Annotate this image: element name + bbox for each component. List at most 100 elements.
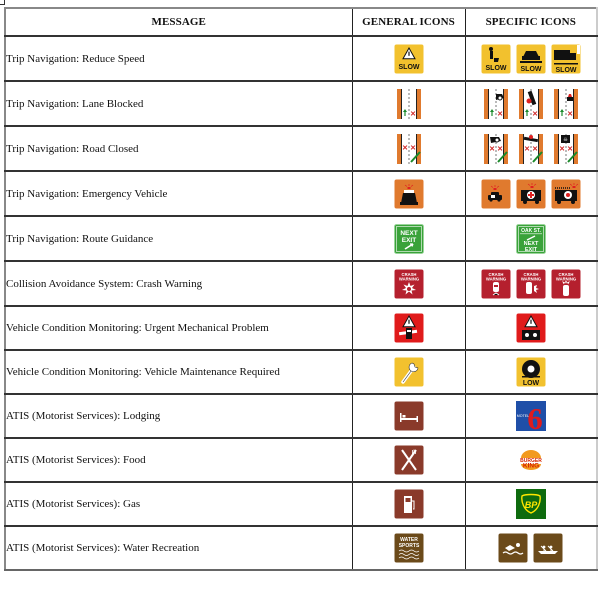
specific-icons-cell: ✕ ✕ ✕ ✕ ☠ ✕ ✕ bbox=[464, 125, 598, 172]
svg-text:SLOW: SLOW bbox=[485, 65, 506, 72]
message-cell: Trip Navigation: Lane Blocked bbox=[4, 80, 353, 127]
table-row: Vehicle Condition Monitoring: Vehicle Ma… bbox=[4, 349, 598, 395]
svg-text:NEXT: NEXT bbox=[400, 230, 417, 237]
general-icons-cell bbox=[351, 481, 466, 527]
specific-icons-cell: SLOW SLOW SLOW bbox=[464, 35, 598, 82]
table-row: Trip Navigation: Route Guidance NEXT EXIT O… bbox=[4, 215, 598, 262]
general-icons-cell bbox=[351, 393, 466, 439]
svg-text:✕: ✕ bbox=[489, 146, 495, 153]
boating-icon bbox=[533, 533, 563, 563]
general-icons-cell: NEXT EXIT bbox=[351, 215, 466, 262]
message-cell: ATIS (Motorist Services): Water Recreati… bbox=[4, 525, 353, 571]
icon-group bbox=[466, 313, 597, 343]
svg-text:✕: ✕ bbox=[402, 145, 408, 152]
general-icons-cell bbox=[351, 170, 466, 217]
crash-warning-icon: CRASH WARNING bbox=[394, 269, 424, 299]
slow-truck-icon: SLOW bbox=[551, 44, 581, 74]
icon-group: 6 MOTEL bbox=[466, 401, 597, 431]
specific-icons-cell: BP bbox=[464, 481, 598, 527]
svg-text:6: 6 bbox=[527, 401, 543, 431]
table-row: Trip Navigation: Emergency Vehicle bbox=[4, 170, 598, 217]
icon-group: ✕ ✕ ✕ ✕ ☠ ✕ ✕ bbox=[466, 133, 597, 164]
engine-warning-icon bbox=[394, 313, 424, 343]
icon-group bbox=[466, 533, 597, 563]
icon-group: ✕ bbox=[353, 88, 465, 119]
svg-text:WARNING: WARNING bbox=[398, 276, 418, 281]
svg-text:SPORTS: SPORTS bbox=[398, 543, 419, 549]
general-icons-cell: WATER SPORTS bbox=[351, 525, 466, 571]
general-icons-cell bbox=[351, 305, 466, 351]
next-exit-icon: NEXT EXIT bbox=[393, 223, 424, 254]
lane-blocked-crash-icon: ✕ bbox=[516, 88, 546, 119]
table-row: Trip Navigation: Lane Blocked ✕ ✕ ✕ ✕ bbox=[4, 80, 598, 127]
battery-warning-icon bbox=[516, 313, 546, 343]
svg-text:LOW: LOW bbox=[523, 380, 540, 387]
general-icons-cell bbox=[351, 437, 466, 483]
lane-blocked-disabled-vehicle-icon: ✕ bbox=[551, 88, 581, 119]
svg-text:✕: ✕ bbox=[559, 146, 565, 153]
svg-text:MOTEL: MOTEL bbox=[517, 414, 529, 418]
svg-text:✕: ✕ bbox=[497, 111, 503, 118]
svg-text:SLOW: SLOW bbox=[520, 66, 541, 73]
table-row: ATIS (Motorist Services): Water Recreati… bbox=[4, 525, 598, 571]
specific-icons-cell: CRASH WARNING CRASH WARNING CRASH WARNING bbox=[464, 260, 598, 307]
bp-logo-icon: BP bbox=[515, 489, 546, 519]
ambulance-icon bbox=[516, 179, 546, 209]
message-cell: Trip Navigation: Road Closed bbox=[4, 125, 353, 172]
icon-group: NEXT EXIT bbox=[353, 223, 465, 254]
icon-table: MESSAGE GENERAL ICONS SPECIFIC ICONS Tri… bbox=[4, 7, 598, 571]
message-cell: ATIS (Motorist Services): Gas bbox=[4, 481, 353, 527]
road-closed-hazmat-icon: ☠ ✕ ✕ bbox=[551, 133, 581, 164]
icon-group: ✕ ✕ bbox=[353, 133, 465, 164]
general-icons-cell: ✕ bbox=[351, 80, 466, 127]
svg-text:☠: ☠ bbox=[563, 137, 568, 143]
emergency-vehicle-icon bbox=[394, 179, 424, 209]
svg-text:WARNING: WARNING bbox=[556, 276, 576, 281]
svg-text:✕: ✕ bbox=[410, 111, 416, 118]
message-cell: Vehicle Condition Monitoring: Vehicle Ma… bbox=[4, 349, 353, 395]
specific-icons-cell: LOW bbox=[464, 349, 598, 395]
burger-king-logo-icon: BURGER KING bbox=[516, 445, 546, 475]
icon-group: ✕ ✕ ✕ bbox=[466, 88, 597, 119]
message-cell: Trip Navigation: Reduce Speed bbox=[4, 35, 353, 82]
svg-text:✕: ✕ bbox=[524, 146, 530, 153]
svg-text:EXIT: EXIT bbox=[401, 237, 415, 244]
crash-warning-front-icon: CRASH WARNING bbox=[551, 269, 581, 299]
slow-warning-icon: SLOW bbox=[394, 44, 424, 74]
icon-group: LOW bbox=[466, 357, 597, 387]
message-cell: Trip Navigation: Emergency Vehicle bbox=[4, 170, 353, 217]
specific-icons-cell: ✕ ✕ ✕ bbox=[464, 80, 598, 127]
svg-text:✕: ✕ bbox=[567, 146, 573, 153]
bed-icon bbox=[394, 401, 424, 431]
icon-group: OAK ST. NEXT EXIT bbox=[466, 223, 597, 254]
table-row: Trip Navigation: Road Closed ✕ ✕ ✕ ✕ ✕ ✕ ☠ ✕ ✕ bbox=[4, 125, 598, 172]
specific-icons-cell: BURGER KING bbox=[464, 437, 598, 483]
specific-icons-cell bbox=[464, 525, 598, 571]
slow-vehicle-icon: SLOW bbox=[516, 44, 546, 74]
header-specific-icons: SPECIFIC ICONS bbox=[464, 7, 598, 37]
road-closed-vehicle-icon: ✕ ✕ bbox=[481, 133, 511, 164]
svg-text:SLOW: SLOW bbox=[555, 67, 576, 74]
svg-text:WARNING: WARNING bbox=[521, 276, 541, 281]
low-tire-icon: LOW bbox=[516, 357, 546, 387]
general-icons-cell: CRASH WARNING bbox=[351, 260, 466, 307]
lane-blocked-vehicle-icon: ✕ bbox=[481, 88, 511, 119]
motel-6-logo-icon: 6 MOTEL bbox=[515, 401, 546, 431]
police-car-icon bbox=[481, 179, 511, 209]
svg-text:BP: BP bbox=[524, 500, 537, 510]
icon-group: CRASH WARNING CRASH WARNING CRASH WARNING bbox=[466, 269, 597, 299]
icon-group bbox=[353, 179, 465, 209]
svg-text:✕: ✕ bbox=[410, 145, 416, 152]
general-icons-cell bbox=[351, 349, 466, 395]
icon-group bbox=[353, 489, 465, 519]
specific-icons-cell: 6 MOTEL bbox=[464, 393, 598, 439]
specific-icons-cell bbox=[464, 305, 598, 351]
table-row: Trip Navigation: Reduce Speed SLOW SLOW SLO… bbox=[4, 35, 598, 82]
header-message: MESSAGE bbox=[4, 7, 353, 37]
svg-text:✕: ✕ bbox=[497, 146, 503, 153]
wrench-icon bbox=[394, 357, 424, 387]
svg-text:SLOW: SLOW bbox=[398, 64, 419, 71]
header-general-icons: GENERAL ICONS bbox=[351, 7, 466, 37]
icon-group bbox=[353, 445, 465, 475]
svg-text:EXIT: EXIT bbox=[525, 247, 538, 253]
